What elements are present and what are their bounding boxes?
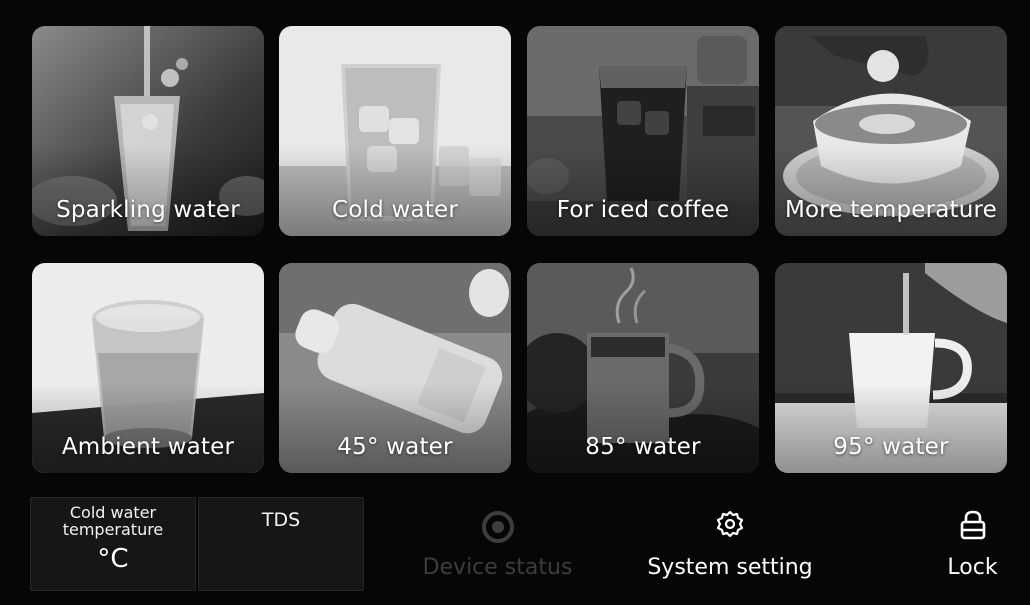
tile-label: 45° water — [337, 434, 453, 460]
tile-more-temperature[interactable]: More temperature — [775, 26, 1007, 236]
device-status-button[interactable]: Device status — [410, 505, 585, 590]
tile-iced-coffee[interactable]: For iced coffee — [527, 26, 759, 236]
tile-sparkling-water[interactable]: Sparkling water — [32, 26, 264, 236]
tile-85-water[interactable]: 85° water — [527, 263, 759, 473]
tile-label: Ambient water — [61, 434, 235, 460]
device-status-label: Device status — [422, 555, 573, 580]
tds-title: TDS — [261, 509, 301, 531]
cold-water-temperature-panel: Cold water temperature °C — [30, 497, 196, 591]
lock-button[interactable]: Lock — [930, 505, 1015, 590]
tds-panel: TDS — [198, 497, 364, 591]
system-setting-label: System setting — [647, 555, 813, 580]
tile-label: 95° water — [833, 434, 949, 460]
tile-45-water[interactable]: 45° water — [279, 263, 511, 473]
cold-water-temperature-title: Cold water temperature — [62, 503, 164, 539]
lock-label: Lock — [947, 555, 998, 580]
tile-label: More temperature — [784, 197, 998, 223]
tile-label: For iced coffee — [556, 197, 730, 223]
tile-95-water[interactable]: 95° water — [775, 263, 1007, 473]
lock-icon — [960, 510, 985, 540]
dispenser-screen: Sparkling water Cold water For iced coff… — [0, 0, 1030, 605]
gear-icon — [716, 510, 744, 538]
tile-ambient-water[interactable]: Ambient water — [32, 263, 264, 473]
target-icon — [481, 511, 514, 543]
tile-label: 85° water — [585, 434, 701, 460]
cold-water-temperature-unit: °C — [97, 544, 129, 574]
system-setting-button[interactable]: System setting — [640, 505, 820, 590]
tile-label: Sparkling water — [56, 197, 240, 223]
tile-cold-water[interactable]: Cold water — [279, 26, 511, 236]
tile-label: Cold water — [332, 197, 458, 223]
